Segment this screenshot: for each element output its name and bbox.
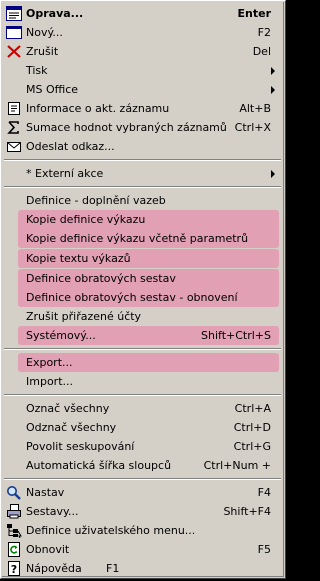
menu-item-label: Informace o akt. záznamu [26, 102, 170, 115]
menu-item-label: Kopie textu výkazů [26, 252, 131, 265]
menu-item-shortcut: Enter [237, 7, 272, 20]
menu-item-label: Nápověda [26, 562, 82, 575]
sigma-icon [6, 120, 22, 135]
menu-item-shortcut: Ctrl+G [233, 440, 271, 453]
menu-item-label: Tisk [26, 64, 48, 77]
menu-item-shortcut: Ctrl+X [234, 121, 271, 134]
edit-form-icon [6, 6, 22, 21]
submenu-arrow-icon [271, 67, 275, 75]
menu-item-shortcut: Ctrl+A [234, 402, 271, 415]
menu-item-napoveda[interactable]: ? Nápověda F1 [4, 559, 281, 578]
magnifier-icon [6, 485, 22, 500]
menu-item-label: Zrušit [26, 45, 59, 58]
menu-item-automaticka-sirka[interactable]: Automatická šířka sloupců Ctrl+Num + [4, 456, 281, 475]
menu-item-import[interactable]: Import... [4, 372, 281, 391]
menu-item-label: Import... [26, 375, 73, 388]
menu-item-shortcut: F1 [106, 562, 120, 575]
menu-item-sestavy[interactable]: Sestavy... Shift+F4 [4, 502, 281, 521]
menu-item-kopie-definice-parametru[interactable]: Kopie definice výkazu včetně parametrů [4, 229, 281, 248]
menu-item-label: Sestavy... [26, 505, 79, 518]
menu-item-povolit-seskupovani[interactable]: Povolit seskupování Ctrl+G [4, 437, 281, 456]
info-document-icon [6, 101, 22, 116]
menu-item-label: Kopie definice výkazu včetně parametrů [26, 232, 249, 245]
menu-item-shortcut: F4 [257, 486, 271, 499]
menu-separator [4, 394, 281, 396]
menu-item-label: Definice obratových sestav [26, 272, 176, 285]
menu-item-label: Odznač všechny [26, 421, 117, 434]
context-menu-frame: Oprava... Enter Nový... F2 Zrušit Del Ti… [2, 2, 284, 577]
menu-item-odznac-vsechny[interactable]: Odznač všechny Ctrl+D [4, 418, 281, 437]
menu-item-definice-obrat-obnoveni[interactable]: Definice obratových sestav - obnovení [4, 288, 281, 307]
menu-item-label: Nastav [26, 486, 65, 499]
menu-item-shortcut: F5 [257, 543, 271, 556]
menu-item-shortcut: Shift+Ctrl+S [201, 329, 271, 342]
menu-item-systemovy[interactable]: Systémový... Shift+Ctrl+S [4, 326, 281, 345]
menu-item-export[interactable]: Export... [4, 353, 281, 372]
submenu-arrow-icon [271, 170, 275, 178]
menu-item-odeslat[interactable]: Odeslat odkaz... [4, 137, 281, 156]
menu-item-shortcut: Ctrl+D [233, 421, 271, 434]
menu-item-zrusit[interactable]: Zrušit Del [4, 42, 281, 61]
menu-item-nastav[interactable]: Nastav F4 [4, 483, 281, 502]
menu-item-tisk[interactable]: Tisk [4, 61, 281, 80]
menu-item-label: Sumace hodnot vybraných záznamů [26, 121, 227, 134]
help-question-icon: ? [6, 561, 22, 576]
menu-item-shortcut: Alt+B [239, 102, 271, 115]
menu-item-definice-menu[interactable]: Definice uživatelského menu... [4, 521, 281, 540]
menu-item-informace[interactable]: Informace o akt. záznamu Alt+B [4, 99, 281, 118]
menu-item-label: Export... [26, 356, 73, 369]
menu-item-label: MS Office [26, 83, 79, 96]
menu-item-label: Odeslat odkaz... [26, 140, 115, 153]
menu-item-label: Definice obratových sestav - obnovení [26, 291, 238, 304]
delete-x-icon [6, 44, 22, 59]
menu-item-label: Automatická šířka sloupců [26, 459, 172, 472]
menu-item-novy[interactable]: Nový... F2 [4, 23, 281, 42]
menu-item-shortcut: Shift+F4 [223, 505, 271, 518]
menu-item-oprava[interactable]: Oprava... Enter [4, 4, 281, 23]
svg-text:?: ? [11, 563, 17, 576]
menu-item-label: Zrušit přiřazené účty [26, 310, 142, 323]
menu-tree-icon [6, 523, 22, 539]
menu-item-shortcut: Ctrl+Num + [203, 459, 271, 472]
menu-item-label: * Externí akce [26, 167, 104, 180]
menu-item-ms-office[interactable]: MS Office [4, 80, 281, 99]
menu-item-label: Označ všechny [26, 402, 110, 415]
menu-item-sumace[interactable]: Sumace hodnot vybraných záznamů Ctrl+X [4, 118, 281, 137]
menu-separator [4, 186, 281, 188]
menu-item-oznac-vsechny[interactable]: Označ všechny Ctrl+A [4, 399, 281, 418]
menu-item-shortcut: Del [252, 45, 271, 58]
refresh-icon [6, 542, 22, 557]
menu-item-definice-vazeb[interactable]: Definice - doplnění vazeb [4, 191, 281, 210]
menu-separator [4, 159, 281, 161]
menu-item-label: Definice uživatelského menu... [26, 524, 196, 537]
menu-item-shortcut: F2 [257, 26, 271, 39]
menu-item-externi-akce[interactable]: * Externí akce [4, 164, 281, 183]
menu-item-definice-obrat[interactable]: Definice obratových sestav [4, 269, 281, 288]
menu-separator [4, 348, 281, 350]
context-menu: Oprava... Enter Nový... F2 Zrušit Del Ti… [0, 0, 286, 579]
menu-item-kopie-definice[interactable]: Kopie definice výkazu [4, 210, 281, 229]
menu-separator [4, 478, 281, 480]
menu-item-label: Povolit seskupování [26, 440, 135, 453]
menu-item-zrusit-ucty[interactable]: Zrušit přiřazené účty [4, 307, 281, 326]
send-mail-icon [6, 139, 22, 154]
submenu-arrow-icon [271, 86, 275, 94]
new-window-icon [6, 25, 22, 40]
menu-item-label: Nový... [26, 26, 63, 39]
menu-item-label: Systémový... [26, 329, 96, 342]
menu-item-label: Kopie definice výkazu [26, 213, 146, 226]
menu-item-label: Definice - doplnění vazeb [26, 194, 166, 207]
menu-item-obnovit[interactable]: Obnovit F5 [4, 540, 281, 559]
menu-item-label: Oprava... [26, 7, 84, 20]
report-printer-icon [6, 504, 22, 519]
menu-item-kopie-textu[interactable]: Kopie textu výkazů [4, 249, 281, 268]
menu-item-label: Obnovit [26, 543, 70, 556]
